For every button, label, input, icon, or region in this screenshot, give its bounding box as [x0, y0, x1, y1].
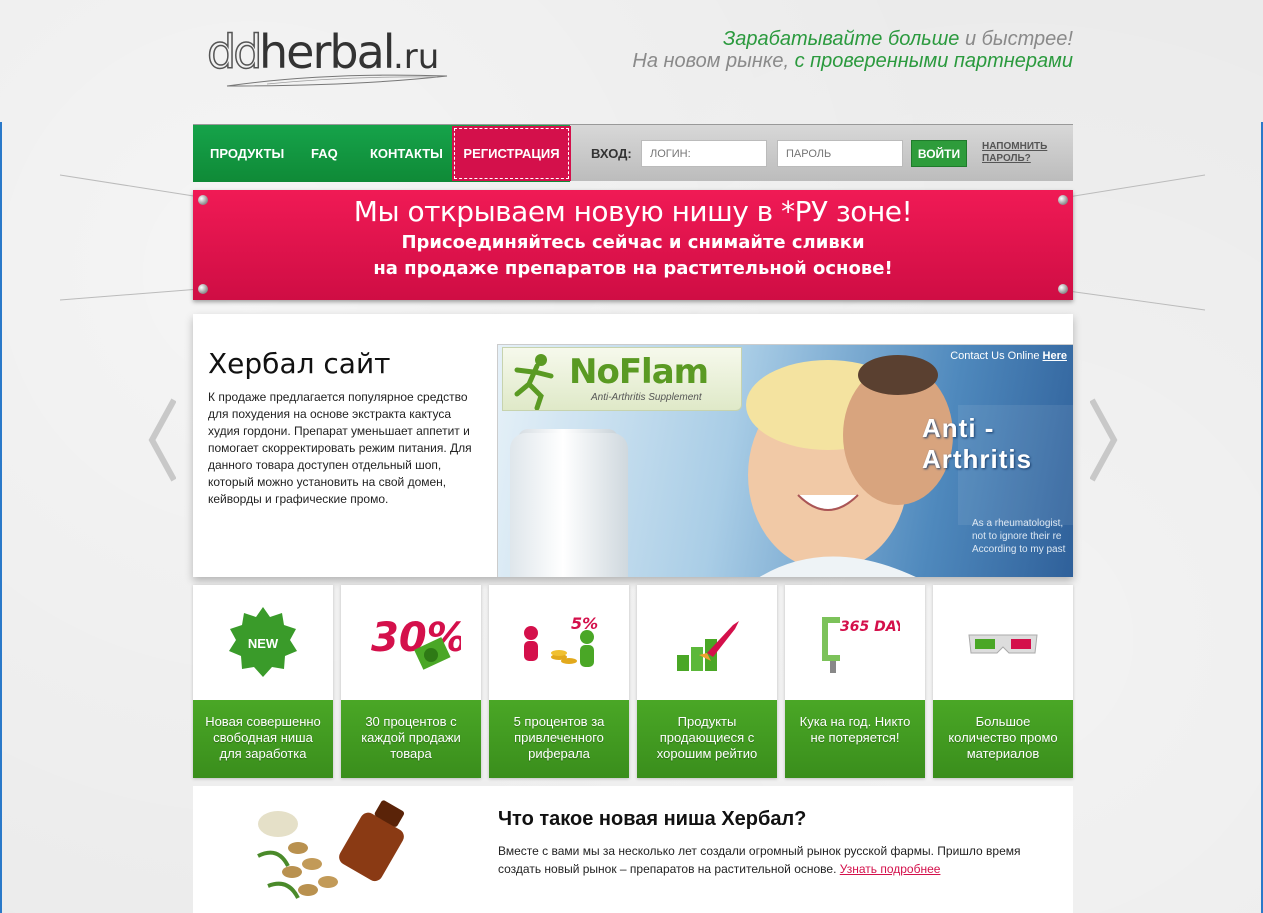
runner-icon: [514, 354, 554, 410]
slide-text-line: As a rheumatologist,: [972, 518, 1064, 529]
svg-text:dd: dd: [207, 25, 259, 79]
feature-label: 5 процентов за привлеченного риферала: [489, 700, 629, 778]
featured-slider: Хербал сайт К продаже предлагается попул…: [193, 314, 1073, 577]
slide-text-line: not to ignore their re: [972, 531, 1062, 542]
contact-link[interactable]: Here: [1043, 350, 1067, 362]
rivet-icon: [1058, 195, 1068, 205]
slide-image[interactable]: NoFlam Anti-Arthritis Supplement Contact…: [497, 344, 1073, 577]
header-tagline: Зарабатывайте больше и быстрее! На новом…: [632, 28, 1073, 72]
feature-label: 30 процентов с каждой продажи товара: [341, 700, 481, 778]
about-text: Вместе с вами мы за несколько лет создал…: [498, 842, 1038, 878]
learn-more-link[interactable]: Узнать подробнее: [840, 862, 941, 876]
banner-title: Мы открываем новую нишу в *РУ зоне!: [353, 195, 913, 228]
about-title: Что такое новая ниша Хербал?: [498, 808, 807, 830]
day-365-text: 365 DAY: [840, 619, 900, 635]
feature-card-cookie[interactable]: 365 DAY Кука на год. Никто не потеряется…: [785, 585, 925, 778]
slide-description: К продаже предлагается популярное средст…: [208, 390, 472, 506]
password-input[interactable]: [777, 140, 903, 167]
feature-label: Большое количество промо материалов: [933, 700, 1073, 778]
feature-card-new[interactable]: NEW Новая совершенно свободная ниша для …: [193, 585, 333, 778]
feature-label: Кука на год. Никто не потеряется!: [785, 700, 925, 778]
brand-name: NoFlam: [569, 352, 709, 392]
feature-card-rating[interactable]: Продукты продающиеся с хорошим рейтио: [637, 585, 777, 778]
slider-next-arrow-icon[interactable]: [1090, 398, 1118, 482]
login-button[interactable]: ВОЙТИ: [911, 140, 967, 167]
brand-subtitle: Anti-Arthritis Supplement: [591, 392, 702, 403]
promo-banner: Мы открываем новую нишу в *РУ зоне! Прис…: [193, 190, 1073, 300]
rocket-chart-icon: [637, 585, 777, 700]
clamp-365-icon: 365 DAY: [785, 585, 925, 700]
slider-prev-arrow-icon[interactable]: [148, 398, 176, 482]
new-badge-text: NEW: [248, 636, 279, 651]
rivet-icon: [198, 284, 208, 294]
rivet-icon: [198, 195, 208, 205]
feature-label: Новая совершенно свободная ниша для зара…: [193, 700, 333, 778]
contact-online[interactable]: Contact Us Online Here: [950, 350, 1067, 362]
login-input[interactable]: [641, 140, 767, 167]
svg-text:.ru: .ru: [393, 37, 439, 77]
feature-card-referral[interactable]: 5% 5 процентов за привлеченного риферала: [489, 585, 629, 778]
slide-small-text: As a rheumatologist, not to ignore their…: [972, 517, 1065, 556]
noflam-logo: NoFlam Anti-Arthritis Supplement: [502, 347, 742, 411]
feature-card-promo[interactable]: Большое количество промо материалов: [933, 585, 1073, 778]
banner-line-2: на продаже препаратов на растительной ос…: [373, 258, 893, 279]
slide-headline: Anti - Arthritis: [922, 413, 1033, 474]
feature-label: Продукты продающиеся с хорошим рейтио: [637, 700, 777, 778]
referral-5-percent-icon: 5%: [489, 585, 629, 700]
site-logo[interactable]: dd herbal .ru: [206, 24, 452, 94]
logo-graphic: dd herbal .ru: [206, 24, 448, 87]
percent-30-icon: 30%: [341, 585, 481, 700]
about-body: Вместе с вами мы за несколько лет создал…: [498, 844, 1021, 876]
remind-line-1: НАПОМНИТЬ: [982, 141, 1048, 152]
slide-text-line: According to my past: [972, 544, 1066, 555]
banner-line-1: Присоединяйтесь сейчас и снимайте сливки: [401, 232, 865, 253]
percent-5-text: 5%: [571, 614, 598, 633]
remind-password-link[interactable]: НАПОМНИТЬ ПАРОЛЬ?: [982, 141, 1047, 165]
slide-title: Хербал сайт: [208, 347, 391, 380]
feature-card-30-percent[interactable]: 30% 30 процентов с каждой продажи товара: [341, 585, 481, 778]
about-section: Что такое новая ниша Хербал? Вместе с ва…: [193, 786, 1073, 913]
contact-text: Contact Us Online: [950, 350, 1040, 362]
svg-text:herbal: herbal: [259, 25, 394, 79]
remind-line-2: ПАРОЛЬ?: [982, 153, 1031, 164]
3d-glasses-icon: [933, 585, 1073, 700]
supplement-bottle: [510, 433, 628, 577]
new-badge-icon: NEW: [193, 585, 333, 700]
herbal-pills-image: [257, 800, 405, 899]
rivet-icon: [1058, 284, 1068, 294]
